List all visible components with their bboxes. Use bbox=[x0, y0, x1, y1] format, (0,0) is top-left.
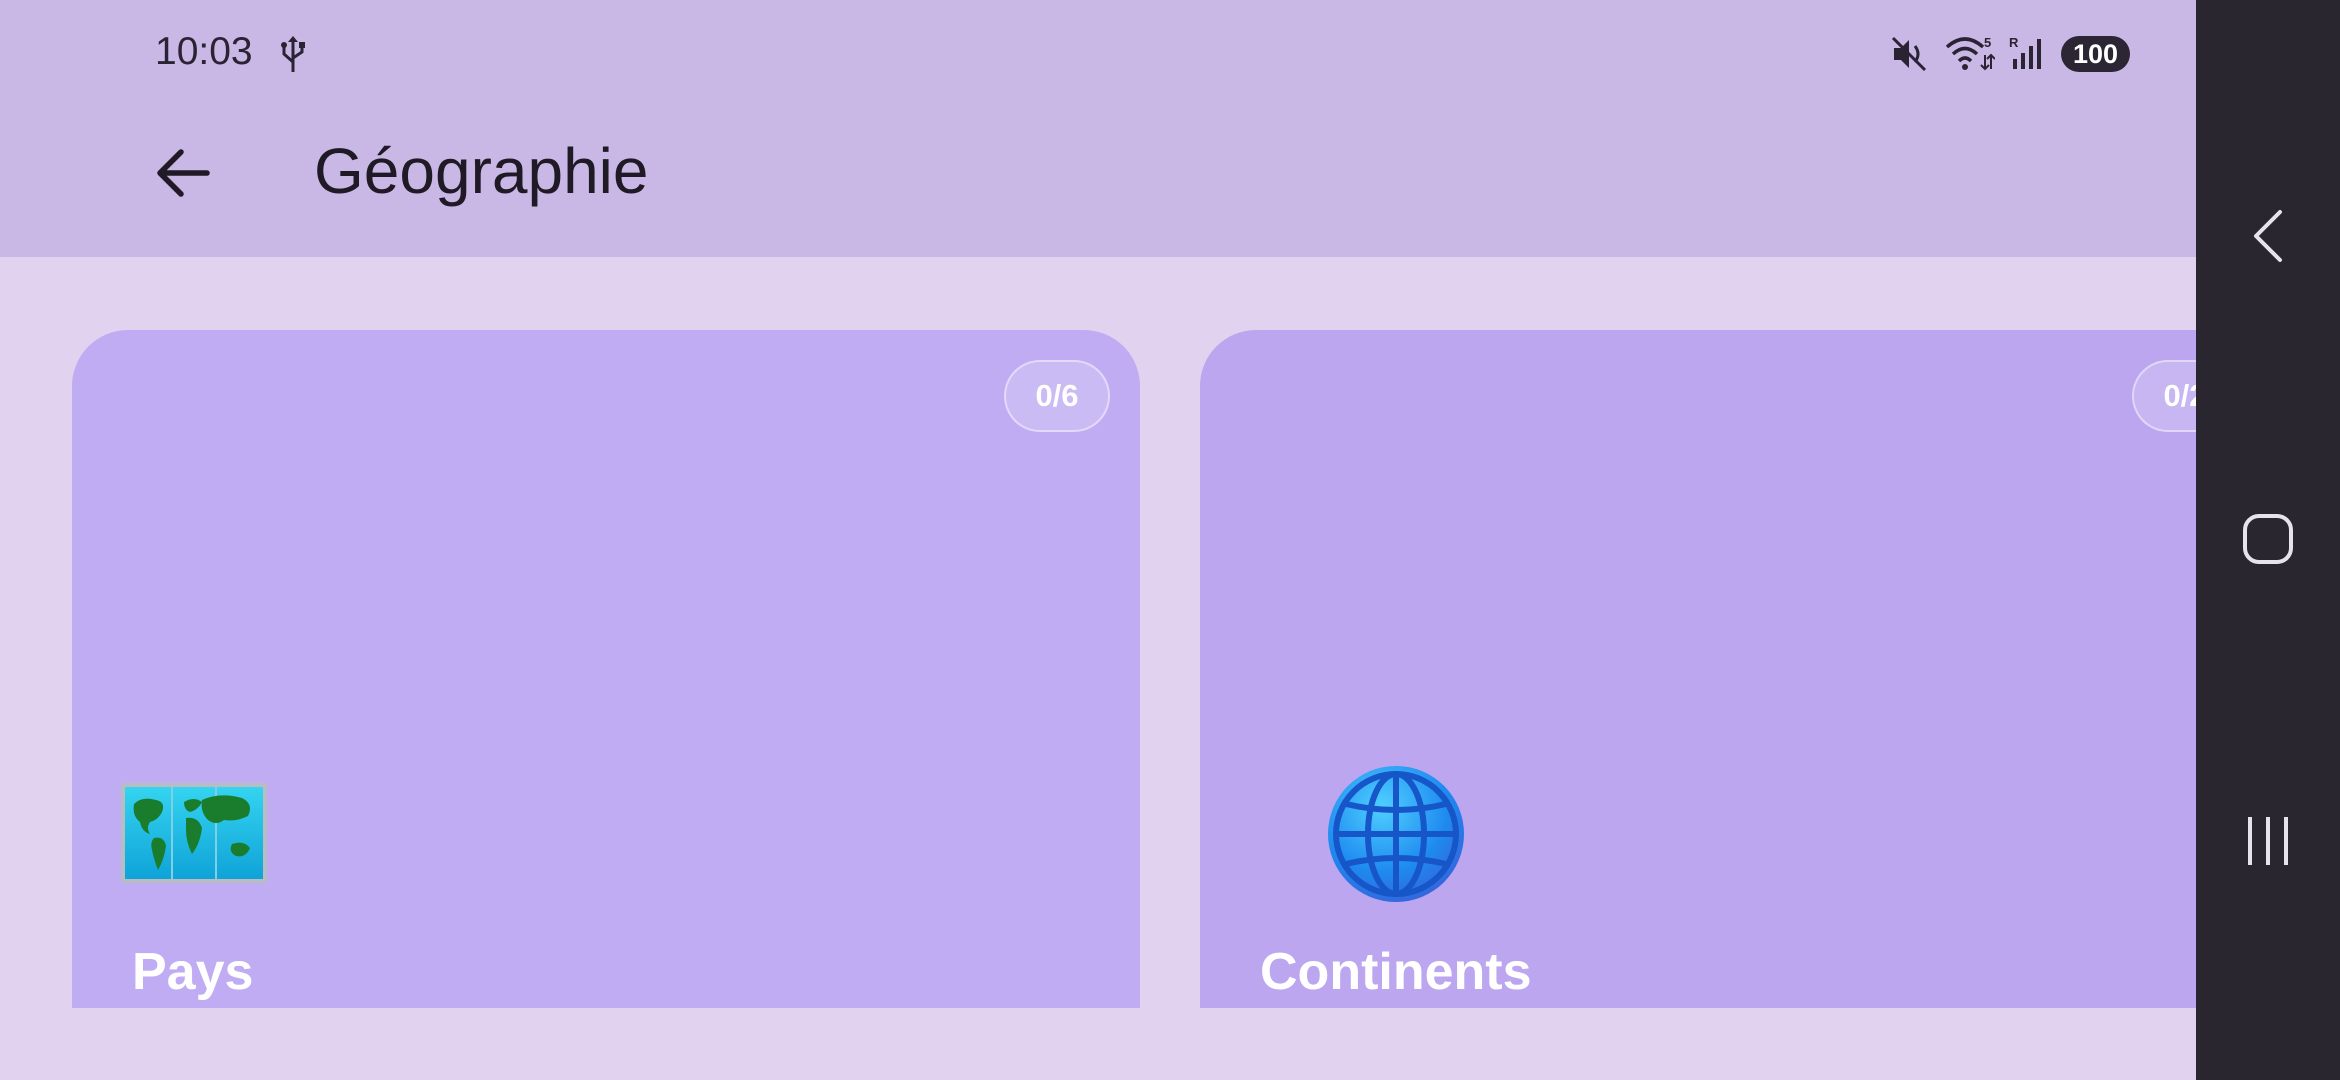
svg-text:5: 5 bbox=[1984, 35, 1991, 50]
recents-icon bbox=[2248, 817, 2288, 865]
wifi-icon: 5 bbox=[1945, 35, 1995, 71]
top-app-bar: 10:03 5 R 100 Géographie bbox=[0, 0, 2340, 257]
home-icon bbox=[2243, 514, 2293, 564]
svg-text:R: R bbox=[2009, 35, 2019, 50]
status-icons: 5 R 100 bbox=[1891, 34, 2130, 74]
signal-icon: R bbox=[2009, 35, 2041, 69]
mute-icon bbox=[1891, 36, 1926, 72]
usb-icon bbox=[281, 36, 305, 72]
back-button[interactable] bbox=[150, 140, 216, 206]
status-time: 10:03 bbox=[155, 30, 253, 73]
card-label: Continents bbox=[1260, 943, 1532, 1001]
nav-home-button[interactable] bbox=[2196, 479, 2340, 599]
globe-icon bbox=[1328, 766, 1464, 902]
category-card-pays[interactable]: 0/6 Pays bbox=[72, 330, 1140, 1008]
page-title: Géographie bbox=[314, 135, 649, 207]
arrow-left-icon bbox=[157, 149, 210, 197]
screen: 10:03 5 R 100 Géographie 0/6 Pays 0/2 Co… bbox=[0, 0, 2340, 1080]
back-icon bbox=[2254, 210, 2282, 262]
world-map-icon bbox=[121, 783, 267, 883]
nav-recents-button[interactable] bbox=[2196, 781, 2340, 901]
card-label: Pays bbox=[132, 943, 254, 1001]
nav-back-button[interactable] bbox=[2196, 176, 2340, 296]
category-card-continents[interactable]: 0/2 Continents bbox=[1200, 330, 2268, 1008]
progress-badge: 0/6 bbox=[1004, 360, 1110, 432]
system-nav-bar bbox=[2196, 0, 2340, 1080]
battery-indicator: 100 bbox=[2060, 36, 2130, 72]
